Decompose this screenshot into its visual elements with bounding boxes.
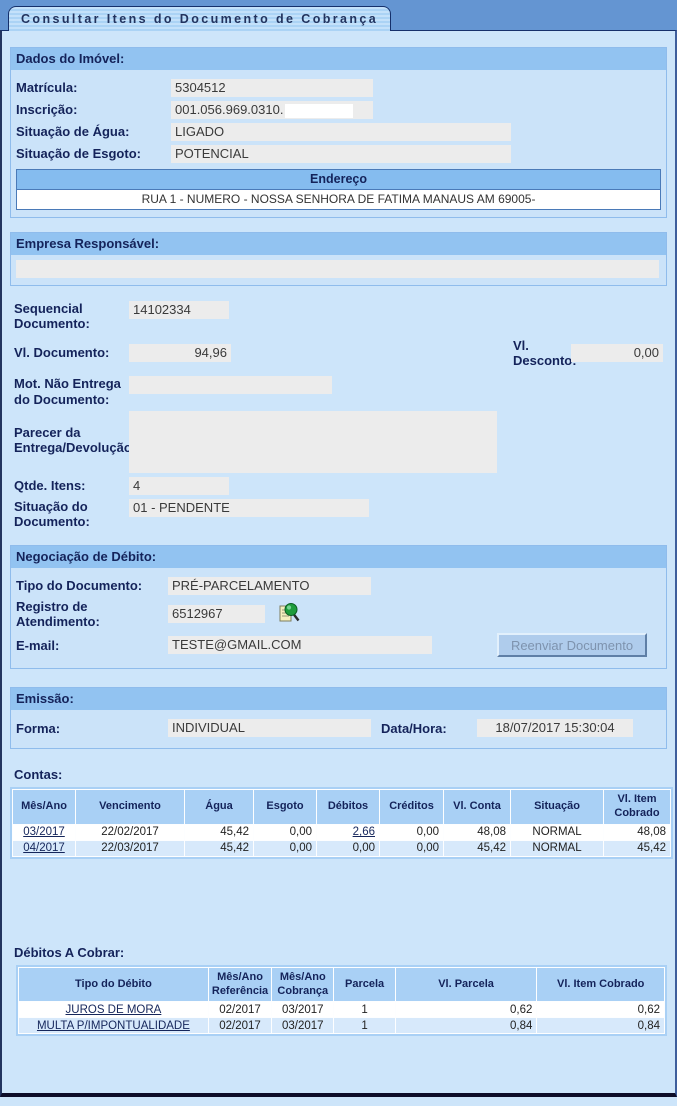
debitos-label: Débitos A Cobrar: — [14, 945, 667, 960]
mot-nao-entrega-label: Mot. Não Entrega do Documento: — [14, 376, 129, 407]
section-empresa-responsavel: Empresa Responsável: — [10, 232, 667, 286]
email-label: E-mail: — [16, 638, 168, 653]
qtde-itens-field[interactable]: 4 — [129, 477, 229, 495]
debitos-row: JUROS DE MORA 02/2017 03/2017 1 0,62 0,6… — [19, 1002, 664, 1017]
matricula-label: Matrícula: — [16, 80, 171, 95]
page-title: Consultar Itens do Documento de Cobrança — [21, 12, 378, 26]
forma-field[interactable]: INDIVIDUAL — [168, 719, 371, 737]
situacao-esgoto-field[interactable]: POTENCIAL — [171, 145, 511, 163]
section-header-emissao: Emissão: — [11, 688, 666, 710]
document-magnifier-icon[interactable] — [277, 602, 301, 625]
contas-row: 03/2017 22/02/2017 45,42 0,00 2,66 0,00 … — [13, 825, 670, 840]
data-hora-label: Data/Hora: — [381, 721, 451, 736]
inscricao-field[interactable]: 001.056.969.0310. — [171, 101, 373, 119]
registro-atendimento-label: Registro de Atendimento: — [16, 599, 168, 630]
section-header-negociacao: Negociação de Débito: — [11, 546, 666, 568]
registro-atendimento-field[interactable]: 6512967 — [168, 605, 265, 623]
data-hora-field[interactable]: 18/07/2017 15:30:04 — [477, 719, 633, 737]
contas-header-row: Mês/Ano Vencimento Água Esgoto Débitos C… — [13, 790, 670, 824]
window-title-tab: Consultar Itens do Documento de Cobrança — [8, 6, 391, 31]
situacao-documento-label: Situação do Documento: — [14, 499, 129, 530]
parecer-textarea[interactable] — [129, 411, 497, 473]
contas-row: 04/2017 22/03/2017 45,42 0,00 0,00 0,00 … — [13, 841, 670, 856]
qtde-itens-label: Qtde. Itens: — [14, 478, 129, 493]
situacao-agua-field[interactable]: LIGADO — [171, 123, 511, 141]
endereco-header: Endereço — [17, 170, 660, 190]
vl-desconto-label: Vl. Desconto: — [513, 338, 571, 369]
tipo-debito-link[interactable]: MULTA P/IMPONTUALIDADE — [37, 1020, 190, 1032]
sequencial-documento-field[interactable]: 14102334 — [129, 301, 229, 319]
mot-nao-entrega-field[interactable] — [129, 376, 332, 394]
reenviar-documento-button[interactable]: Reenviar Documento — [497, 633, 647, 657]
mes-ano-link[interactable]: 04/2017 — [23, 842, 65, 854]
situacao-cell: NORMAL — [511, 825, 603, 840]
debitos-header-row: Tipo do Débito Mês/Ano Referência Mês/An… — [19, 968, 664, 1002]
situacao-documento-field[interactable]: 01 - PENDENTE — [129, 499, 369, 517]
section-dados-imovel: Dados do Imóvel: Matrícula: 5304512 Insc… — [10, 47, 667, 218]
tipo-debito-link[interactable]: JUROS DE MORA — [66, 1004, 162, 1016]
contas-table: Mês/Ano Vencimento Água Esgoto Débitos C… — [10, 787, 673, 859]
vl-documento-label: Vl. Documento: — [14, 345, 129, 360]
parecer-label: Parecer da Entrega/Devolução: — [14, 411, 129, 456]
situacao-esgoto-label: Situação de Esgoto: — [16, 146, 171, 161]
section-header-empresa: Empresa Responsável: — [11, 233, 666, 255]
endereco-value: RUA 1 - NUMERO - NOSSA SENHORA DE FATIMA… — [17, 190, 660, 209]
matricula-field[interactable]: 5304512 — [171, 79, 373, 97]
sequencial-documento-label: Sequencial Documento: — [14, 301, 129, 332]
section-header-dados-imovel: Dados do Imóvel: — [11, 48, 666, 70]
vl-documento-field[interactable]: 94,96 — [129, 344, 231, 362]
situacao-cell: NORMAL — [511, 841, 603, 856]
tipo-documento-field[interactable]: PRÉ-PARCELAMENTO — [168, 577, 371, 595]
documento-fields: Sequencial Documento: 14102334 Vl. Docum… — [14, 301, 665, 530]
tipo-documento-label: Tipo do Documento: — [16, 578, 168, 593]
email-field[interactable]: TESTE@GMAIL.COM — [168, 636, 432, 654]
main-frame: Dados do Imóvel: Matrícula: 5304512 Insc… — [0, 30, 677, 1097]
debitos-valor-link[interactable]: 2,66 — [353, 826, 375, 838]
vl-desconto-field[interactable]: 0,00 — [571, 344, 663, 362]
section-negociacao-debito: Negociação de Débito: Tipo do Documento:… — [10, 545, 667, 670]
inscricao-label: Inscrição: — [16, 102, 171, 117]
section-emissao: Emissão: Forma: INDIVIDUAL Data/Hora: 18… — [10, 687, 667, 749]
endereco-table: Endereço RUA 1 - NUMERO - NOSSA SENHORA … — [16, 169, 661, 210]
debitos-table: Tipo do Débito Mês/Ano Referência Mês/An… — [16, 965, 667, 1037]
redaction-patch — [285, 104, 353, 118]
empresa-field[interactable] — [16, 260, 659, 278]
situacao-agua-label: Situação de Água: — [16, 124, 171, 139]
mes-ano-link[interactable]: 03/2017 — [23, 826, 65, 838]
debitos-row: MULTA P/IMPONTUALIDADE 02/2017 03/2017 1… — [19, 1018, 664, 1033]
contas-label: Contas: — [14, 767, 667, 782]
forma-label: Forma: — [16, 721, 168, 736]
